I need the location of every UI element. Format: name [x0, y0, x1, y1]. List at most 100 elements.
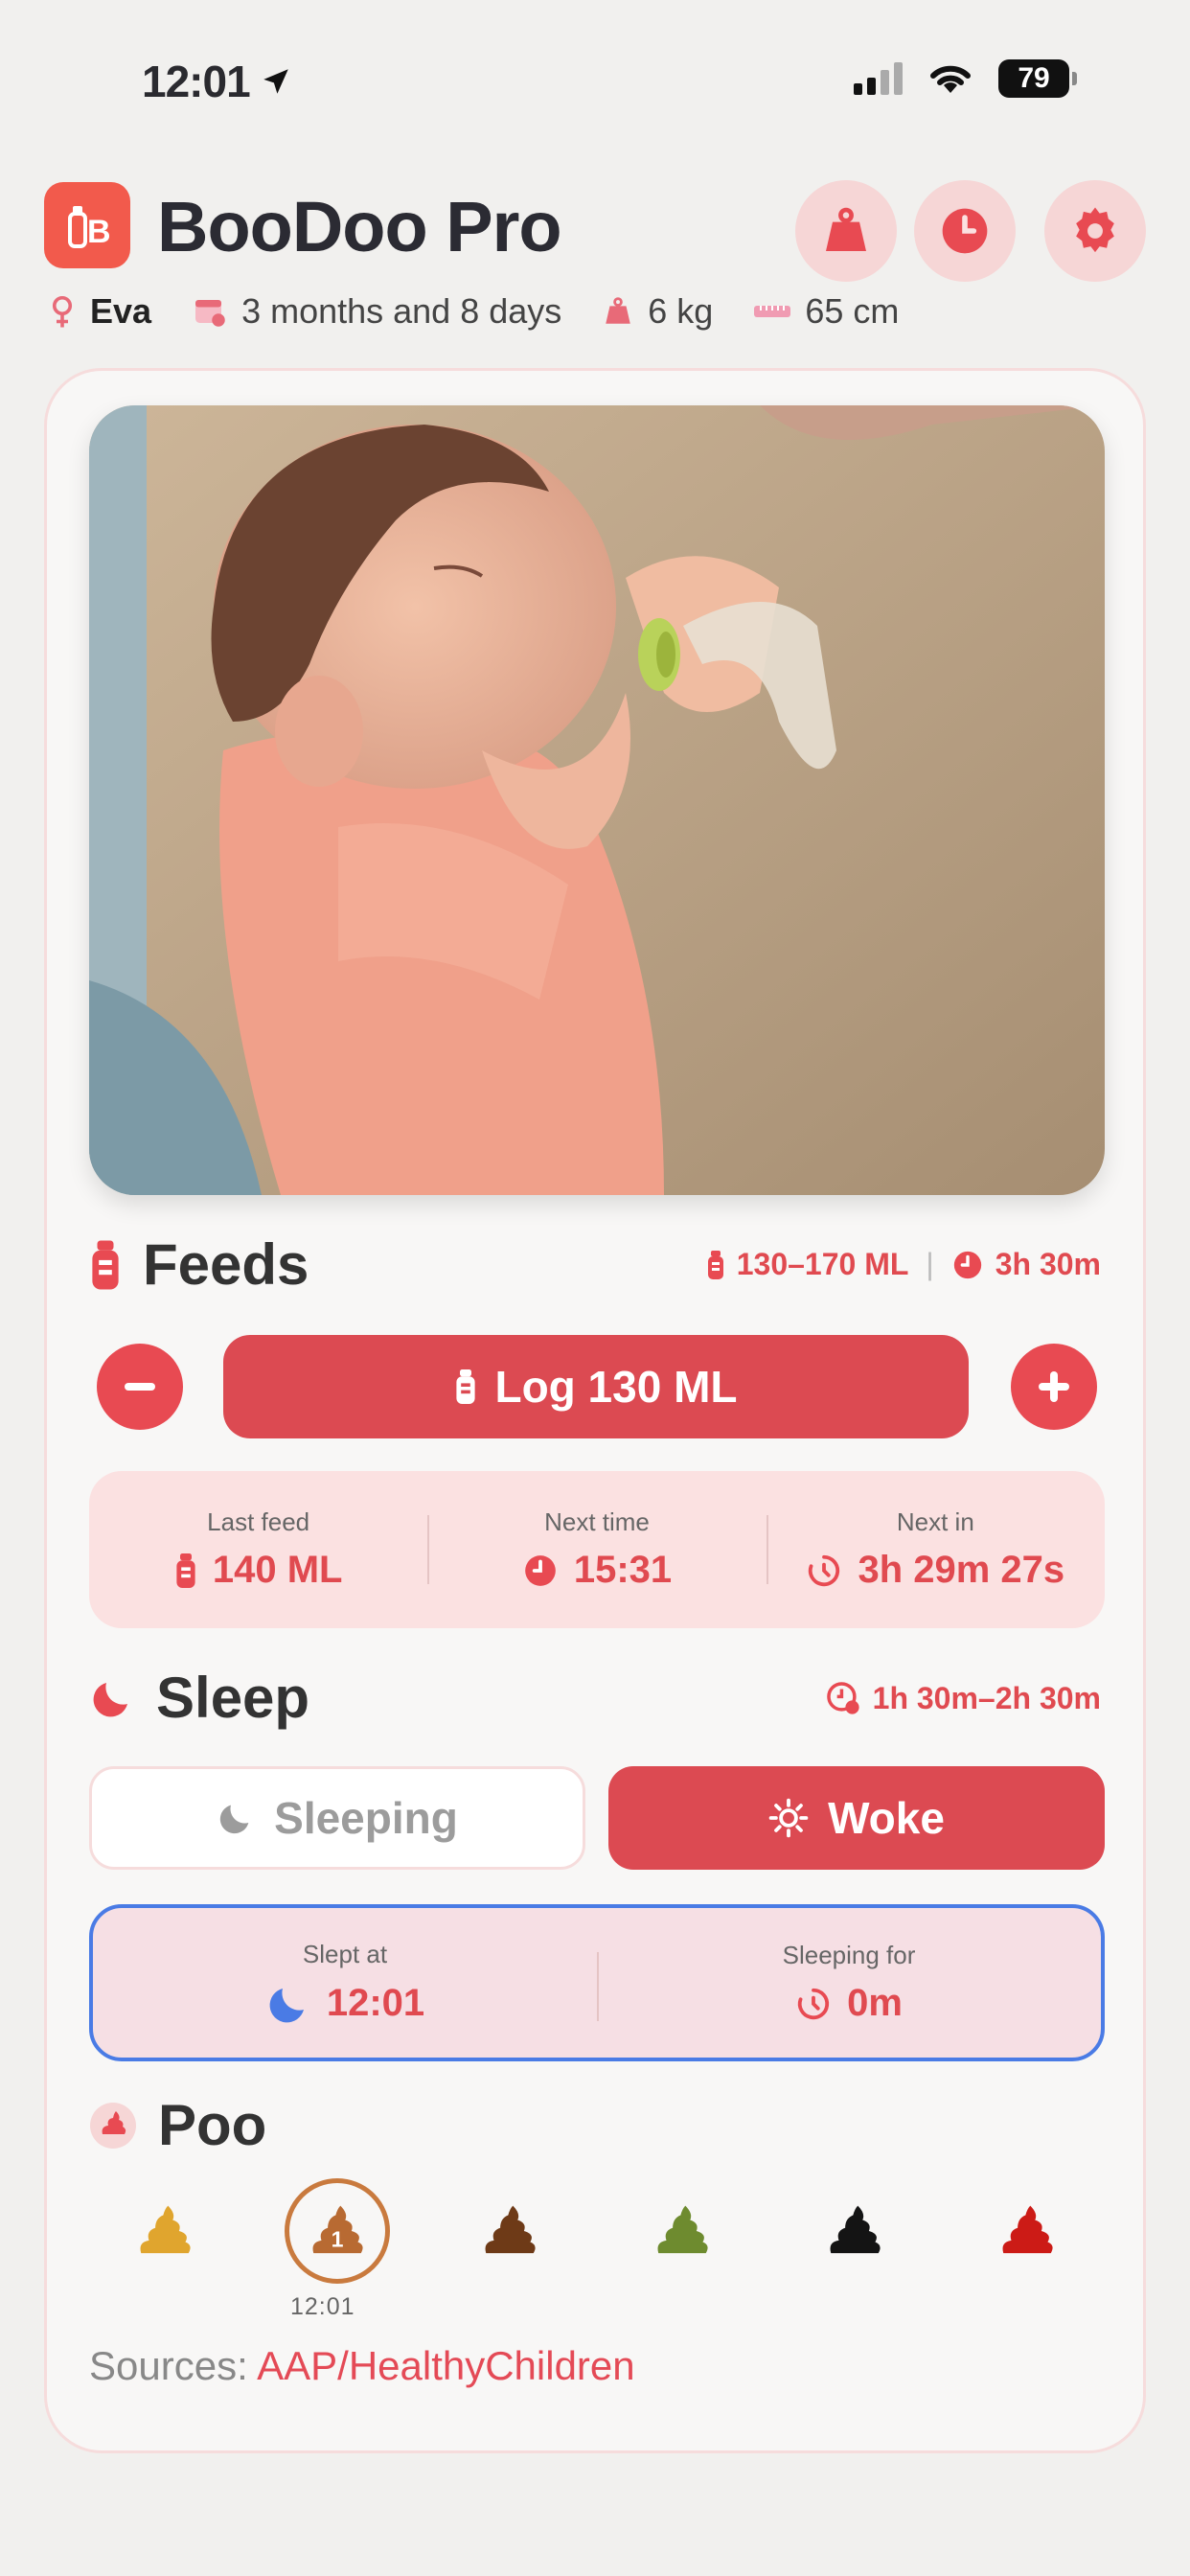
gear-icon — [1076, 207, 1114, 253]
svg-text:B: B — [87, 214, 111, 250]
poo-title: Poo — [158, 2093, 267, 2157]
moon-icon — [93, 1682, 127, 1716]
feeds-section-title: Feeds — [89, 1231, 309, 1298]
clock-stat-icon — [524, 1554, 556, 1586]
sources-label: Sources: — [89, 2343, 248, 2388]
sleeping-for-value: 0m — [847, 1982, 903, 2024]
status-time: 12:01 — [142, 56, 292, 107]
battery-icon: 79 — [998, 59, 1077, 98]
woke-toggle-button[interactable]: Woke — [608, 1766, 1105, 1870]
poo-count-badge: 1 — [332, 2227, 344, 2252]
baby-name-item: Eva — [48, 291, 151, 332]
calendar-icon — [195, 300, 225, 327]
weight-button[interactable] — [795, 180, 897, 282]
next-in-stat: Next in 3h 29m 27s — [766, 1471, 1105, 1628]
minus-icon — [125, 1383, 155, 1391]
sleep-stats: Slept at 12:01 Sleeping for 0m — [89, 1904, 1105, 2061]
decrease-amount-button[interactable] — [97, 1344, 183, 1430]
last-feed-stat: Last feed 140 ML — [89, 1471, 427, 1628]
moon-blue-icon — [269, 1988, 304, 2022]
next-time-label: Next time — [544, 1507, 650, 1536]
bottle-small-icon — [707, 1250, 723, 1279]
woke-label: Woke — [828, 1793, 945, 1843]
bottle-stat-icon — [176, 1552, 195, 1588]
app-header: B BooDoo Pro — [44, 180, 1146, 282]
app-title: BooDoo Pro — [157, 187, 562, 266]
poo-brown-option[interactable] — [457, 2178, 562, 2284]
history-button[interactable] — [914, 180, 1016, 282]
location-arrow-icon — [263, 69, 288, 94]
sleeping-label: Sleeping — [274, 1793, 458, 1843]
baby-info: Eva 3 months and 8 days 6 kg 65 cm — [48, 288, 1150, 335]
poo-orange-brown-option[interactable]: 1 — [285, 2178, 390, 2284]
sleep-section-title: Sleep — [89, 1665, 309, 1731]
ruler-icon — [754, 306, 791, 317]
poo-icon — [1002, 2205, 1053, 2254]
feeds-interval: 3h 30m — [995, 1247, 1101, 1281]
baby-name: Eva — [90, 291, 152, 331]
poo-black-option[interactable] — [802, 2178, 907, 2284]
poo-color-picker: 1 12:01 — [89, 2178, 1105, 2320]
status-bar: 12:01 79 — [0, 0, 1190, 153]
baby-photo[interactable] — [89, 405, 1105, 1195]
sleep-title: Sleep — [156, 1666, 310, 1730]
poo-section-title: Poo — [89, 2092, 266, 2158]
clock-small-icon — [953, 1251, 981, 1278]
sources-line: Sources: AAP/HealthyChildren — [89, 2343, 635, 2389]
plus-icon — [1039, 1371, 1069, 1402]
poo-icon — [830, 2205, 881, 2254]
sleeping-for-stat: Sleeping for 0m — [597, 1908, 1101, 2058]
poo-yellow-option[interactable] — [112, 2178, 217, 2284]
poo-green-option[interactable] — [629, 2178, 735, 2284]
poo-icon: 1 — [312, 2205, 363, 2254]
poo-logged-time: 12:01 — [290, 2293, 355, 2320]
baby-age: 3 months and 8 days — [241, 291, 562, 331]
sleep-meta: 1h 30m–2h 30m — [825, 1680, 1101, 1716]
log-feed-label: Log 130 ML — [494, 1362, 738, 1412]
bottle-icon — [92, 1240, 119, 1289]
poo-icon — [485, 2205, 536, 2254]
sleeping-for-label: Sleeping for — [782, 1941, 916, 1969]
clock-check-icon — [826, 1682, 859, 1714]
slept-at-stat: Slept at 12:01 — [93, 1908, 597, 2058]
last-feed-value: 140 ML — [212, 1549, 343, 1591]
weight-small-icon — [606, 297, 631, 324]
timer-sleep-icon — [797, 1988, 830, 2019]
feeds-range: 130–170 ML — [736, 1247, 909, 1281]
clock-icon — [942, 208, 988, 254]
poo-icon — [657, 2205, 708, 2254]
sun-icon — [768, 1798, 809, 1838]
next-time-stat: Next time 15:31 — [427, 1471, 766, 1628]
feed-stats: Last feed 140 ML Next time 15:31 Next in… — [89, 1471, 1105, 1628]
increase-amount-button[interactable] — [1011, 1344, 1097, 1430]
last-feed-label: Last feed — [207, 1507, 310, 1536]
next-in-value: 3h 29m 27s — [858, 1549, 1065, 1591]
sleep-range: 1h 30m–2h 30m — [872, 1680, 1101, 1715]
status-time-text: 12:01 — [142, 57, 251, 106]
feeds-separator: | — [926, 1247, 934, 1281]
female-icon — [52, 295, 73, 328]
poo-section-icon — [90, 2102, 136, 2149]
sleeping-toggle-button[interactable]: Sleeping — [89, 1766, 585, 1870]
main-card: Feeds 130–170 ML | 3h 30m Log 130 ML Las… — [44, 368, 1146, 2453]
log-feed-button[interactable]: Log 130 ML — [223, 1335, 969, 1438]
baby-height-item: 65 cm — [753, 291, 899, 332]
baby-weight: 6 kg — [648, 291, 714, 331]
timer-icon — [809, 1554, 840, 1586]
sources-link[interactable]: AAP/HealthyChildren — [257, 2343, 635, 2388]
poo-icon — [140, 2205, 191, 2254]
settings-button[interactable] — [1044, 180, 1146, 282]
moon-gray-icon — [219, 1805, 249, 1834]
cellular-signal-icon — [854, 62, 903, 95]
next-in-label: Next in — [896, 1507, 974, 1536]
bottle-white-icon — [456, 1369, 476, 1404]
baby-weight-item: 6 kg — [602, 291, 713, 332]
slept-at-value: 12:01 — [326, 1982, 425, 2024]
weight-icon — [826, 207, 866, 251]
baby-age-item: 3 months and 8 days — [192, 291, 561, 332]
feeds-meta: 130–170 ML | 3h 30m — [706, 1247, 1101, 1282]
next-time-value: 15:31 — [573, 1549, 673, 1591]
feeds-title: Feeds — [143, 1232, 309, 1297]
poo-red-option[interactable] — [974, 2178, 1080, 2284]
wifi-icon — [930, 65, 971, 93]
